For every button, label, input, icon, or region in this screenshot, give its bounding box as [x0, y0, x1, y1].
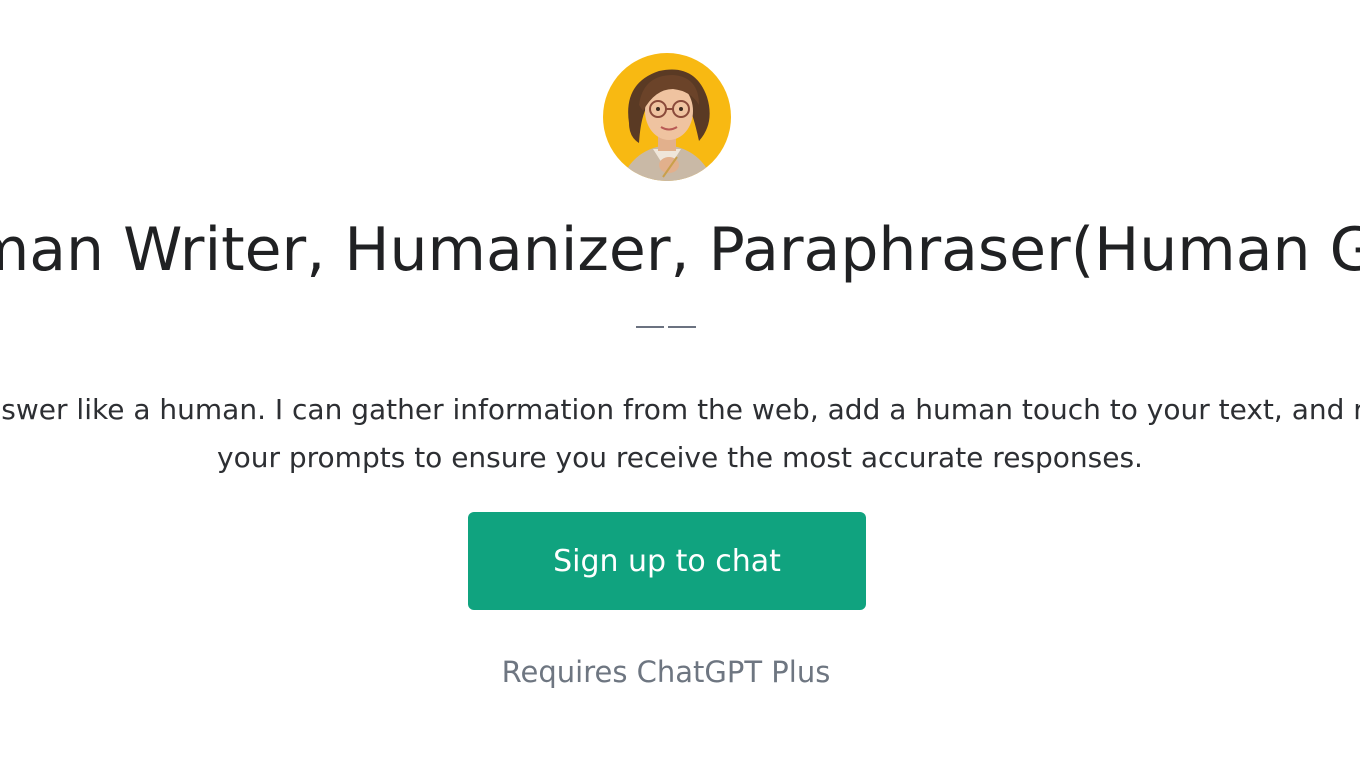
title-divider: [636, 326, 696, 328]
gpt-description: I'll answer like a human. I can gather i…: [0, 386, 1360, 482]
gpt-landing-page: Human Writer, Humanizer, Paraphraser(Hum…: [0, 0, 1360, 764]
woman-portrait-icon: [603, 53, 731, 181]
sign-up-to-chat-button[interactable]: Sign up to chat: [468, 512, 866, 610]
description-line-2: your prompts to ensure you receive the m…: [217, 441, 1143, 474]
gpt-avatar: [603, 53, 731, 181]
gpt-title: Human Writer, Humanizer, Paraphraser(Hum…: [0, 215, 1360, 285]
requires-plus-note: Requires ChatGPT Plus: [501, 655, 831, 689]
description-line-1: I'll answer like a human. I can gather i…: [0, 393, 1360, 426]
